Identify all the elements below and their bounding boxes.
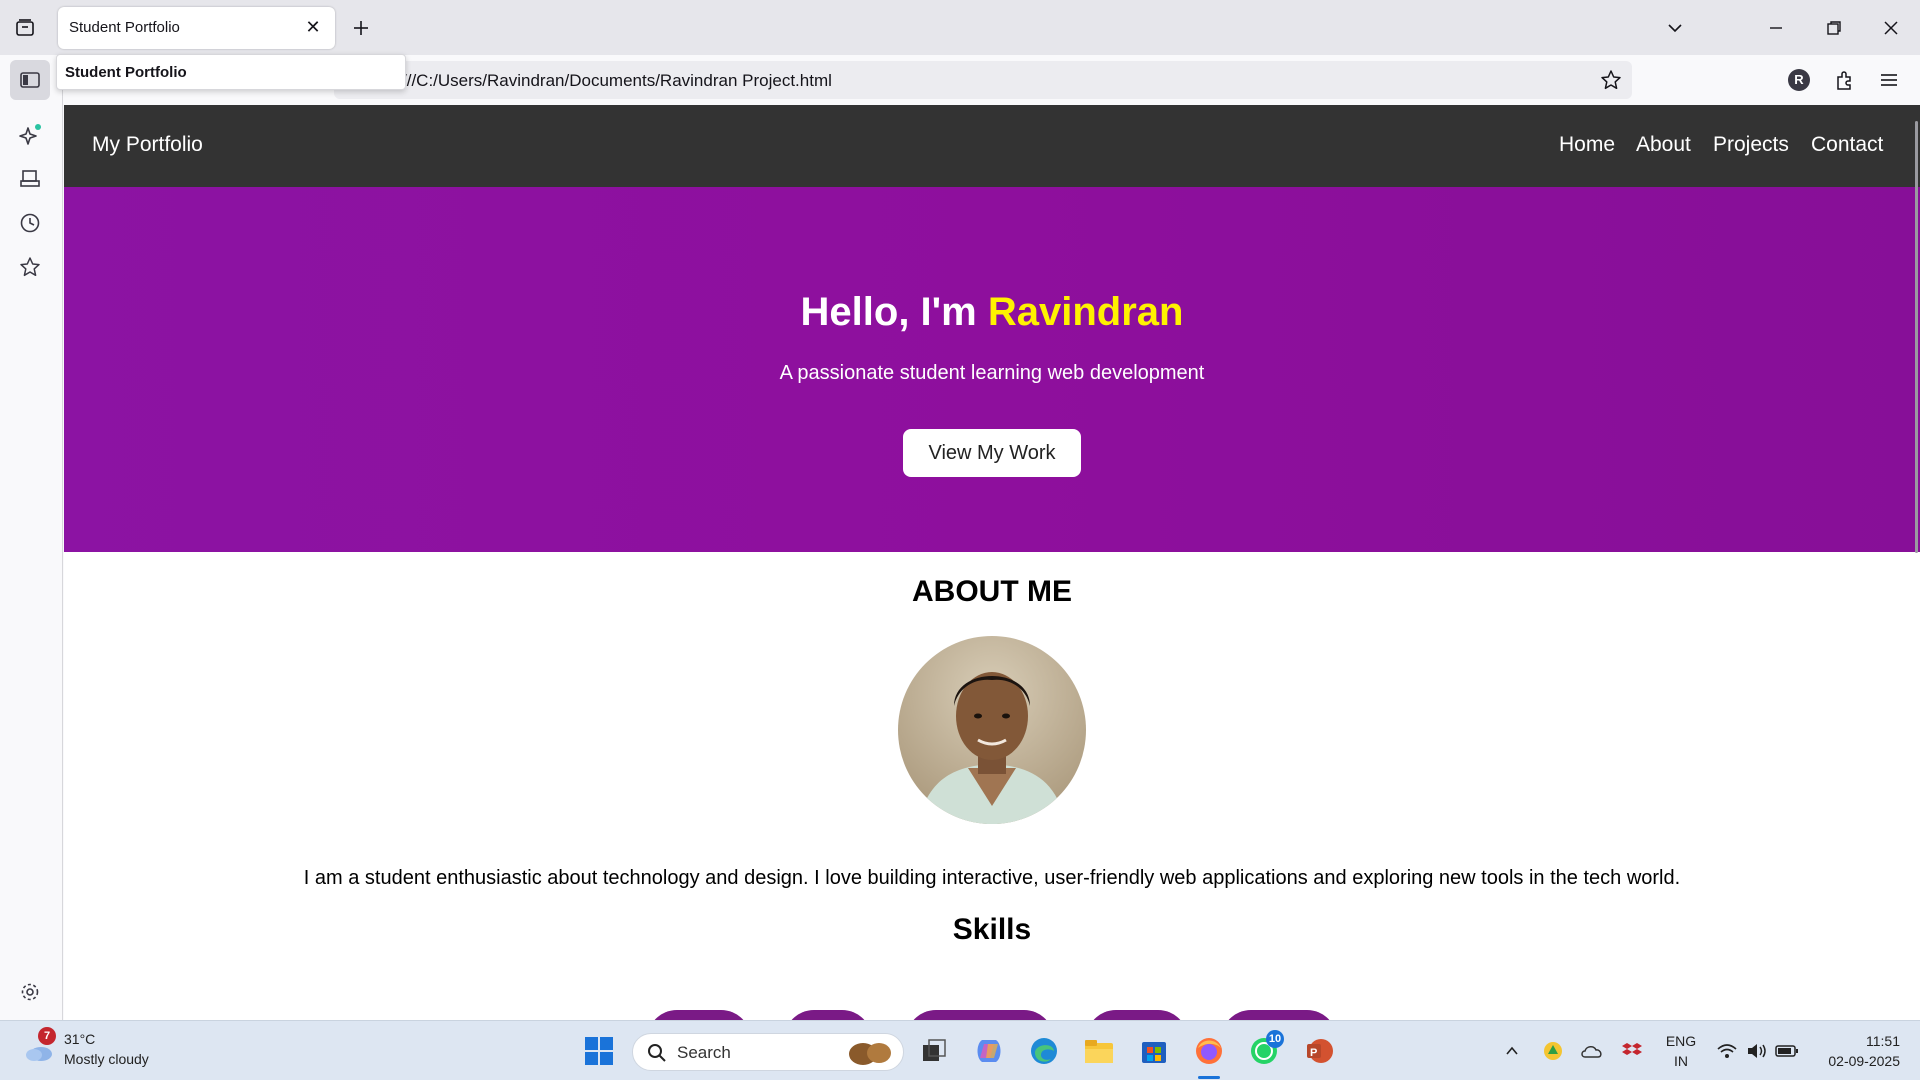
hero-name: Ravindran xyxy=(987,290,1184,334)
hero-subtitle: A passionate student learning web develo… xyxy=(779,362,1205,384)
profile-initial: R xyxy=(1788,69,1810,91)
tray-app-icon[interactable] xyxy=(1536,1034,1570,1068)
clock-time[interactable]: 11:51 xyxy=(1810,1033,1900,1049)
onedrive-cloud-icon[interactable] xyxy=(1575,1034,1609,1068)
browser-tab-strip: Student Portfolio ✕ xyxy=(0,0,1920,55)
list-tabs-chevron-icon[interactable] xyxy=(1657,10,1693,46)
dropbox-icon[interactable] xyxy=(1615,1034,1649,1068)
restore-window-icon[interactable] xyxy=(1816,10,1852,46)
show-hidden-icons-chevron[interactable] xyxy=(1495,1034,1529,1068)
task-view-icon[interactable] xyxy=(917,1034,951,1068)
profile-photo xyxy=(898,636,1086,824)
skill-pill xyxy=(906,1010,1054,1020)
account-avatar-icon[interactable]: R xyxy=(1781,62,1817,98)
tab-overview-icon[interactable] xyxy=(7,10,43,46)
hero-title: Hello, I'm Ravindran xyxy=(64,290,1920,335)
battery-icon[interactable] xyxy=(1770,1034,1804,1068)
history-clock-icon[interactable] xyxy=(10,203,50,243)
search-icon xyxy=(648,1044,666,1062)
windows-start-icon[interactable] xyxy=(582,1034,616,1068)
nav-link-projects[interactable]: Projects xyxy=(1713,133,1789,157)
skill-pill xyxy=(1221,1010,1337,1020)
weather-condition[interactable]: Mostly cloudy xyxy=(64,1051,149,1067)
hero-greeting: Hello, I'm xyxy=(800,290,988,334)
tooltip-text: Student Portfolio xyxy=(65,64,187,81)
firefox-icon[interactable] xyxy=(1192,1034,1226,1068)
bookmark-star-icon[interactable] xyxy=(1593,62,1629,98)
skill-pill xyxy=(647,1010,751,1020)
tab-title: Student Portfolio xyxy=(69,19,180,36)
tab-student-portfolio[interactable]: Student Portfolio ✕ xyxy=(58,7,335,49)
url-text[interactable]: ///C:/Users/Ravindran/Documents/Ravindra… xyxy=(402,71,832,91)
about-heading: ABOUT ME xyxy=(912,575,1072,608)
taskbar-search-input[interactable]: Search xyxy=(632,1033,904,1071)
search-highlight-icon xyxy=(849,1043,891,1065)
hero-section: Hello, I'm Ravindran A passionate studen… xyxy=(64,187,1920,552)
ai-chatbot-icon[interactable] xyxy=(10,115,50,155)
settings-gear-icon[interactable] xyxy=(10,972,50,1012)
tab-tooltip: Student Portfolio xyxy=(56,54,406,90)
windows-taskbar: 7 31°C Mostly cloudy Search 10 P ENG IN … xyxy=(0,1020,1920,1080)
browser-sidebar xyxy=(0,55,63,1020)
svg-text:P: P xyxy=(1310,1047,1317,1059)
nav-link-about[interactable]: About xyxy=(1636,133,1691,157)
file-explorer-icon[interactable] xyxy=(1082,1034,1116,1068)
skills-heading: Skills xyxy=(952,913,1032,946)
page-scrollbar[interactable] xyxy=(1915,121,1918,553)
site-navbar: My Portfolio Home About Projects Contact xyxy=(64,105,1920,187)
edge-browser-icon[interactable] xyxy=(1027,1034,1061,1068)
sidebar-toggle-icon[interactable] xyxy=(10,60,50,100)
page-viewport: My Portfolio Home About Projects Contact… xyxy=(64,105,1920,1020)
bookmarks-star-icon[interactable] xyxy=(10,247,50,287)
whatsapp-badge: 10 xyxy=(1266,1030,1284,1048)
weather-alert-badge: 7 xyxy=(38,1027,56,1045)
nav-link-contact[interactable]: Contact xyxy=(1811,133,1883,157)
copilot-icon[interactable] xyxy=(972,1034,1006,1068)
close-window-icon[interactable] xyxy=(1873,10,1909,46)
clock-date[interactable]: 02-09-2025 xyxy=(1800,1053,1900,1069)
site-logo[interactable]: My Portfolio xyxy=(92,133,203,157)
view-my-work-button[interactable]: View My Work xyxy=(903,429,1081,477)
menu-hamburger-icon[interactable] xyxy=(1871,62,1907,98)
wifi-icon[interactable] xyxy=(1710,1034,1744,1068)
powerpoint-icon[interactable]: P xyxy=(1302,1034,1336,1068)
about-description: I am a student enthusiastic about techno… xyxy=(303,867,1681,889)
language-line2[interactable]: IN xyxy=(1660,1053,1702,1069)
minimize-window-icon[interactable] xyxy=(1758,10,1794,46)
skill-pill xyxy=(784,1010,872,1020)
firefox-active-indicator xyxy=(1198,1076,1220,1079)
microsoft-store-icon[interactable] xyxy=(1137,1034,1171,1068)
weather-temp[interactable]: 31°C xyxy=(64,1031,95,1047)
language-line1[interactable]: ENG xyxy=(1660,1033,1702,1049)
close-tab-icon[interactable]: ✕ xyxy=(301,15,325,39)
search-label: Search xyxy=(677,1043,731,1062)
new-tab-icon[interactable] xyxy=(343,10,379,46)
volume-icon[interactable] xyxy=(1740,1034,1774,1068)
nav-link-home[interactable]: Home xyxy=(1559,133,1615,157)
extensions-icon[interactable] xyxy=(1827,62,1863,98)
skill-pill xyxy=(1086,1010,1188,1020)
url-bar[interactable]: ///C:/Users/Ravindran/Documents/Ravindra… xyxy=(334,61,1632,99)
synced-tabs-icon[interactable] xyxy=(10,159,50,199)
